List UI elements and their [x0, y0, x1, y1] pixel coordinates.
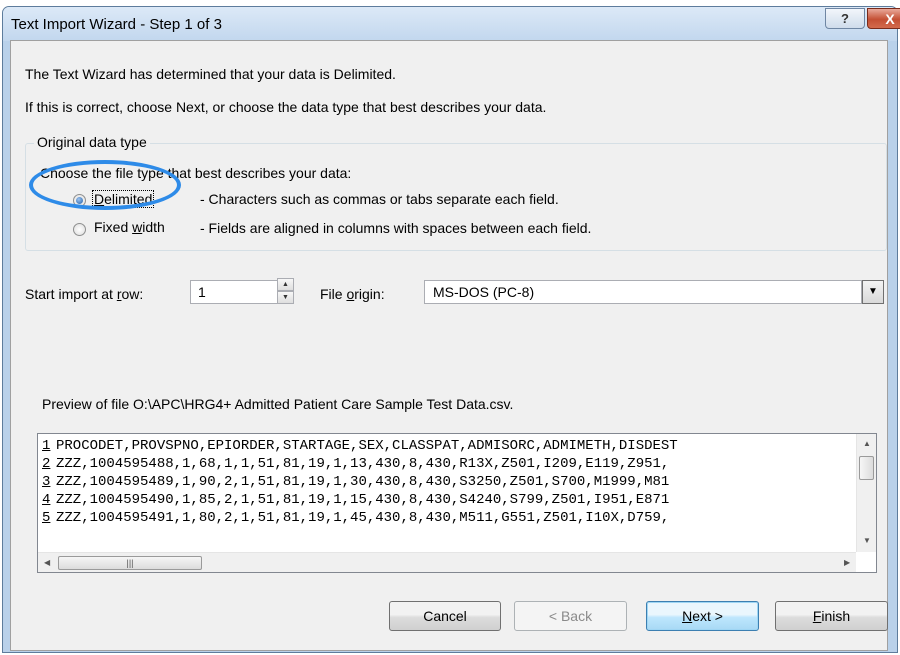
preview-row-number: 1: [42, 438, 51, 454]
spin-up-icon[interactable]: ▲: [277, 278, 294, 291]
preview-row-number: 4: [42, 492, 51, 508]
preview-row-text: ZZZ,1004595489,1,90,2,1,51,81,19,1,30,43…: [56, 474, 670, 490]
group-title: Original data type: [34, 134, 150, 150]
annotation-ellipse: [29, 160, 181, 210]
intro-line-2: If this is correct, choose Next, or choo…: [25, 99, 547, 115]
help-button[interactable]: ?: [825, 8, 865, 29]
next-button[interactable]: Next >: [646, 601, 759, 631]
preview-row-text: PROCODET,PROVSPNO,EPIORDER,STARTAGE,SEX,…: [56, 438, 678, 454]
preview-label: Preview of file O:\APC\HRG4+ Admitted Pa…: [42, 396, 514, 412]
preview-row: 3 ZZZ,1004595489,1,90,2,1,51,81,19,1,30,4…: [42, 474, 836, 492]
scroll-left-icon[interactable]: ◀: [44, 558, 50, 567]
file-origin-value: MS-DOS (PC-8): [433, 284, 535, 300]
fixed-width-option-label[interactable]: Fixed width: [94, 219, 165, 235]
scroll-right-icon[interactable]: ▶: [844, 558, 850, 567]
start-row-spinner[interactable]: ▲ ▼: [277, 278, 294, 304]
preview-row: 5 ZZZ,1004595491,1,80,2,1,51,81,19,1,45,4…: [42, 510, 836, 528]
title-bar: Text Import Wizard - Step 1 of 3 ? X: [3, 7, 900, 41]
file-origin-select[interactable]: MS-DOS (PC-8): [424, 280, 862, 304]
chevron-down-icon[interactable]: ▼: [862, 280, 884, 304]
spin-down-icon[interactable]: ▼: [277, 291, 294, 304]
preview-row: 1 PROCODET,PROVSPNO,EPIORDER,STARTAGE,SEX…: [42, 438, 836, 456]
radio-button-unselected[interactable]: [73, 223, 86, 236]
finish-button[interactable]: Finish: [775, 601, 888, 631]
preview-row-text: ZZZ,1004595490,1,85,2,1,51,81,19,1,15,43…: [56, 492, 670, 508]
preview-row-number: 2: [42, 456, 51, 472]
vertical-scrollbar[interactable]: ▲ ▼: [856, 434, 876, 552]
start-row-input[interactable]: 1: [190, 280, 278, 304]
preview-row-number: 5: [42, 510, 51, 526]
preview-row: 4 ZZZ,1004595490,1,85,2,1,51,81,19,1,15,4…: [42, 492, 836, 510]
preview-row-number: 3: [42, 474, 51, 490]
back-button[interactable]: < Back: [514, 601, 627, 631]
intro-line-1: The Text Wizard has determined that your…: [25, 66, 396, 82]
preview-row-text: ZZZ,1004595488,1,68,1,1,51,81,19,1,13,43…: [56, 456, 670, 472]
scroll-up-icon[interactable]: ▲: [863, 439, 871, 448]
preview-row-text: ZZZ,1004595491,1,80,2,1,51,81,19,1,45,43…: [56, 510, 670, 526]
start-row-label: Start import at row:: [25, 286, 144, 302]
file-origin-label: File origin:: [320, 286, 385, 302]
window-title: Text Import Wizard - Step 1 of 3: [11, 16, 222, 33]
horizontal-scrollbar[interactable]: ◀ ||| ▶: [38, 552, 856, 572]
close-button[interactable]: X: [867, 8, 900, 29]
fixed-width-description: - Fields are aligned in columns with spa…: [200, 220, 592, 236]
horizontal-scroll-thumb[interactable]: |||: [58, 556, 202, 570]
start-row-value: 1: [198, 284, 206, 300]
file-preview[interactable]: 1 PROCODET,PROVSPNO,EPIORDER,STARTAGE,SEX…: [37, 433, 877, 573]
delimited-description: - Characters such as commas or tabs sepa…: [200, 191, 559, 207]
cancel-button[interactable]: Cancel: [389, 601, 501, 631]
scroll-down-icon[interactable]: ▼: [863, 536, 871, 545]
vertical-scroll-thumb[interactable]: [859, 456, 874, 480]
preview-row: 2 ZZZ,1004595488,1,68,1,1,51,81,19,1,13,4…: [42, 456, 836, 474]
